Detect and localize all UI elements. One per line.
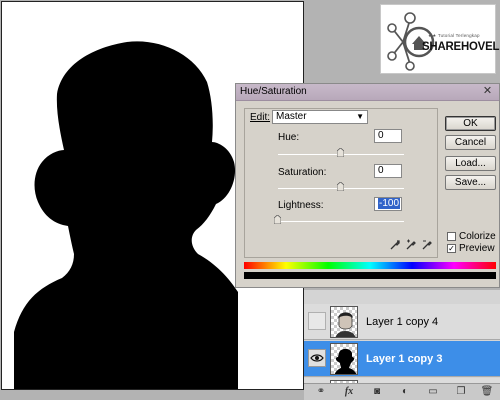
close-icon[interactable]: ✕	[482, 86, 493, 97]
preview-checkbox[interactable]: ✓	[447, 244, 456, 253]
dialog-title: Hue/Saturation	[240, 86, 307, 97]
hue-input[interactable]: 0	[374, 129, 402, 143]
eyedropper-icon[interactable]	[390, 239, 401, 250]
eyedropper-plus-icon[interactable]	[406, 239, 417, 250]
watermark-title: SHAREHOVEL	[422, 39, 500, 53]
visibility-toggle[interactable]	[308, 312, 326, 330]
lightness-slider-track[interactable]	[278, 221, 404, 222]
mask-icon[interactable]: ◙	[370, 386, 384, 398]
chevron-down-icon: ▼	[356, 112, 364, 121]
saturation-input[interactable]: 0	[374, 164, 402, 178]
portrait-thumbnail-icon	[335, 312, 356, 337]
visibility-toggle[interactable]	[308, 349, 326, 367]
link-icon[interactable]: ⚭	[314, 386, 328, 398]
save-button[interactable]: Save...	[445, 175, 496, 190]
silhouette-thumbnail-icon	[334, 348, 357, 374]
layer-name: Layer 1 copy 4	[366, 316, 439, 328]
output-color-bar	[244, 272, 496, 279]
saturation-label: Saturation:	[278, 167, 327, 178]
trash-icon[interactable]: 🗑	[480, 386, 494, 398]
lightness-input[interactable]: -100	[374, 197, 402, 211]
fx-icon[interactable]: fx	[342, 386, 356, 398]
layer-row-selected[interactable]: Layer 1 copy 3	[304, 341, 500, 377]
ok-button[interactable]: OK	[445, 116, 496, 131]
hue-slider-thumb[interactable]	[337, 148, 344, 157]
colorize-label: Colorize	[459, 231, 496, 242]
lightness-label: Lightness:	[278, 200, 324, 211]
group-icon[interactable]: ▭	[426, 386, 440, 398]
layer-thumbnail	[330, 343, 358, 375]
new-layer-icon[interactable]: ❐	[454, 386, 468, 398]
eye-icon	[310, 354, 324, 362]
input-color-bar	[244, 262, 496, 269]
hue-label: Hue:	[278, 132, 300, 143]
colorize-checkbox[interactable]	[447, 232, 456, 241]
edit-channel-select[interactable]: Master ▼	[272, 110, 368, 124]
layer-name: Layer 1 copy 3	[366, 353, 443, 365]
layer-row[interactable]: Layer 1 copy 4	[304, 304, 500, 340]
layers-toolbar: ⚭ fx ◙ ◐ ▭ ❐ 🗑	[304, 383, 500, 400]
hue-saturation-dialog: Hue/Saturation ✕ Edit: Master ▼ Hue: 0 Sa…	[235, 83, 500, 288]
watermark-logo: ★★ Tutorial Terlengkap SHAREHOVEL	[380, 4, 500, 74]
cancel-button[interactable]: Cancel	[445, 135, 496, 150]
load-button[interactable]: Load...	[445, 156, 496, 171]
eyedropper-minus-icon[interactable]	[422, 239, 433, 250]
lightness-slider-thumb[interactable]	[274, 215, 281, 224]
edit-label: Edit:	[250, 112, 271, 123]
dialog-titlebar[interactable]: Hue/Saturation ✕	[236, 84, 499, 101]
layer-thumbnail	[330, 306, 358, 338]
preview-label: Preview	[459, 243, 495, 254]
adjustment-icon[interactable]: ◐	[398, 386, 412, 398]
saturation-slider-thumb[interactable]	[337, 182, 344, 191]
